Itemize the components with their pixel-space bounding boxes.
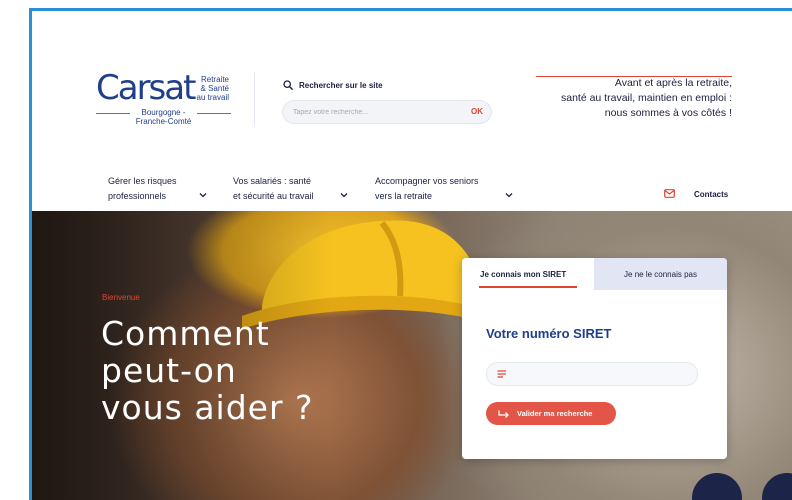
header-tagline: Avant et après la retraite, santé au tra… bbox=[520, 76, 732, 121]
nav-item-label: vers la retraite bbox=[375, 191, 433, 201]
tagline-line: santé au travail, maintien en emploi : bbox=[560, 92, 732, 104]
search-heading-label: Rechercher sur le site bbox=[299, 80, 383, 90]
nav-item-salaries[interactable]: Vos salariés : santé et sécurité au trav… bbox=[233, 174, 314, 204]
header-divider bbox=[254, 72, 255, 126]
mail-icon[interactable] bbox=[664, 189, 675, 198]
logo-wordmark: Carsat bbox=[96, 68, 196, 108]
siret-input[interactable] bbox=[513, 368, 683, 381]
nav-item-risques[interactable]: Gérer les risques professionnels bbox=[108, 174, 177, 204]
logo-tagline: Retraite & Santé au travail bbox=[195, 75, 229, 102]
logo-tagline-line: & Santé bbox=[200, 84, 229, 93]
hero-title: Comment peut-on vous aider ? bbox=[101, 315, 314, 426]
chevron-down-icon[interactable] bbox=[339, 190, 349, 200]
search-submit-button[interactable]: OK bbox=[471, 107, 483, 116]
page-frame-top bbox=[29, 8, 792, 11]
tagline-line: nous sommes à vos côtés ! bbox=[604, 107, 732, 119]
hero-title-line: Comment bbox=[101, 314, 270, 353]
tab-label: Je connais mon SIRET bbox=[480, 270, 567, 279]
chevron-down-icon[interactable] bbox=[504, 190, 514, 200]
carsat-logo[interactable]: Carsat Retraite & Santé au travail Bourg… bbox=[96, 68, 231, 128]
logo-tagline-line: Retraite bbox=[200, 75, 229, 84]
nav-item-label: Vos salariés : santé bbox=[233, 176, 312, 186]
nav-item-seniors[interactable]: Accompagner vos seniors vers la retraite bbox=[375, 174, 479, 204]
nav-item-label: et sécurité au travail bbox=[233, 191, 314, 201]
search-heading: Rechercher sur le site bbox=[283, 80, 383, 90]
tab-unknown-siret[interactable]: Je ne le connais pas bbox=[594, 258, 727, 290]
search-box: OK bbox=[282, 100, 492, 124]
hero-round-button[interactable] bbox=[692, 473, 742, 500]
search-icon bbox=[283, 80, 293, 90]
return-arrow-icon bbox=[498, 410, 509, 418]
hero-title-line: peut-on bbox=[101, 351, 237, 390]
chevron-down-icon[interactable] bbox=[198, 190, 208, 200]
logo-region-line: Bourgogne - bbox=[141, 108, 186, 117]
logo-region: Bourgogne - Franche-Comté bbox=[96, 108, 231, 126]
nav-item-label: Accompagner vos seniors bbox=[375, 176, 479, 186]
lines-icon bbox=[497, 370, 506, 378]
logo-region-line: Franche-Comté bbox=[135, 117, 192, 126]
nav-item-label: professionnels bbox=[108, 191, 167, 201]
tab-active-indicator bbox=[479, 286, 577, 288]
nav-item-label: Gérer les risques bbox=[108, 176, 177, 186]
siret-title: Votre numéro SIRET bbox=[486, 326, 612, 341]
tab-know-siret[interactable]: Je connais mon SIRET bbox=[462, 258, 594, 290]
logo-tagline-line: au travail bbox=[196, 93, 229, 102]
hero-title-line: vous aider ? bbox=[101, 388, 314, 427]
validate-search-button[interactable]: Valider ma recherche bbox=[486, 402, 616, 425]
siret-panel: Je connais mon SIRET Je ne le connais pa… bbox=[462, 258, 727, 459]
search-input[interactable] bbox=[293, 106, 453, 119]
contacts-link[interactable]: Contacts bbox=[694, 190, 728, 199]
hero-round-button[interactable] bbox=[762, 473, 792, 500]
tab-label: Je ne le connais pas bbox=[624, 270, 697, 279]
siret-field bbox=[486, 362, 698, 386]
validate-search-label: Valider ma recherche bbox=[517, 409, 593, 418]
siret-form: Votre numéro SIRET Valider ma recherche bbox=[462, 290, 727, 459]
hero-eyebrow: Bienvenue bbox=[102, 293, 140, 302]
tagline-line: Avant et après la retraite, bbox=[614, 77, 732, 89]
